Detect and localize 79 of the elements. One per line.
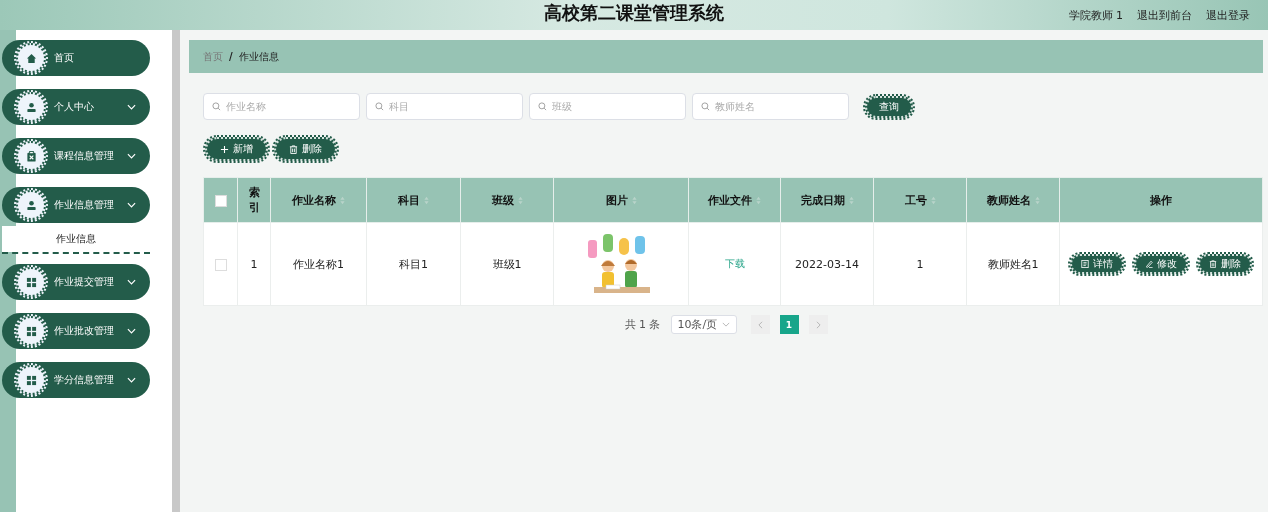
details-button[interactable]: 详情 (1070, 254, 1124, 274)
sort-icon[interactable] (424, 196, 429, 205)
table-cell: 1 (237, 222, 271, 306)
add-button[interactable]: 新增 (205, 137, 268, 161)
total-count: 共 1 条 (624, 317, 661, 332)
menu-item[interactable]: 首页 (2, 40, 150, 76)
column-header[interactable]: 作业名称 (292, 193, 345, 207)
column-header[interactable]: 科目 (398, 193, 429, 207)
chevron-icon (127, 377, 136, 383)
table-cell: 2022-03-14 (780, 222, 874, 306)
chevron-icon (127, 328, 136, 334)
sort-icon[interactable] (1034, 196, 1040, 205)
sort-icon[interactable] (517, 196, 523, 205)
table-cell: 科目1 (366, 222, 461, 306)
trash-icon (289, 144, 298, 154)
table-cell: 1 (873, 222, 967, 306)
menu-item[interactable]: 作业批改管理 (2, 313, 150, 349)
trash-icon (1209, 260, 1217, 268)
user-link[interactable]: 学院教师 1 (1068, 7, 1123, 23)
user-icon (16, 190, 46, 220)
chevron-right-icon (815, 320, 821, 329)
plus-icon (220, 144, 229, 154)
header-link[interactable]: 退出到前台 (1137, 7, 1192, 23)
clipboard-icon (16, 141, 46, 171)
search-field[interactable]: 班级 (529, 93, 686, 120)
pencil-icon (1145, 260, 1153, 268)
breadcrumb-separator: / (229, 51, 233, 62)
table-cell: 班级1 (460, 222, 554, 306)
chevron-icon (127, 104, 136, 110)
grid-icon (16, 267, 46, 297)
search-icon (538, 102, 547, 111)
edit-button[interactable]: 修改 (1134, 254, 1188, 274)
breadcrumb-current: 作业信息 (238, 49, 279, 64)
table-cell: 教师姓名1 (966, 222, 1060, 306)
search-icon (701, 102, 710, 111)
column-header[interactable]: 图片 (605, 193, 637, 207)
search-button[interactable]: 查询 (865, 95, 913, 118)
column-header[interactable]: 班级 (491, 193, 523, 207)
delete-button[interactable]: 删除 (274, 137, 337, 161)
sort-icon[interactable] (756, 196, 761, 205)
sort-icon[interactable] (848, 196, 854, 205)
sort-icon[interactable] (340, 196, 345, 205)
search-field[interactable]: 作业名称 (203, 93, 360, 120)
header-link[interactable]: 退出登录 (1206, 7, 1250, 23)
search-field[interactable]: 教师姓名 (692, 93, 849, 120)
grid-icon (16, 365, 46, 395)
column-header[interactable]: 作业文件 (708, 193, 761, 207)
table-cell: 作业名称1 (270, 222, 367, 306)
sort-icon[interactable] (631, 196, 637, 205)
search-icon (212, 102, 221, 111)
chevron-left-icon (757, 320, 763, 329)
menu-item[interactable]: 学分信息管理 (2, 362, 150, 398)
checkbox[interactable] (214, 194, 227, 207)
column-header: 索引 (247, 184, 261, 216)
checkbox[interactable] (214, 258, 227, 271)
chevron-icon (127, 279, 136, 285)
column-header[interactable]: 教师姓名 (986, 193, 1040, 207)
grid-icon (16, 316, 46, 346)
user-icon (16, 92, 46, 122)
sort-icon[interactable] (930, 196, 936, 205)
next-page-button[interactable] (808, 315, 828, 334)
column-header[interactable]: 完成日期 (800, 193, 854, 207)
menu-item[interactable]: 作业提交管理 (2, 264, 150, 300)
column-header[interactable]: 工号 (904, 193, 936, 207)
search-field[interactable]: 科目 (366, 93, 523, 120)
page-size-select[interactable]: 10条/页 (670, 315, 737, 334)
caret-icon (721, 322, 730, 327)
column-header: 操作 (1150, 193, 1172, 207)
menu-item[interactable]: 个人中心 (2, 89, 150, 125)
menu-item[interactable]: 课程信息管理 (2, 138, 150, 174)
window-title: 高校第二课堂管理系统 (544, 1, 724, 25)
document-icon (1081, 260, 1089, 268)
menu-item[interactable]: 作业信息管理 (2, 187, 150, 223)
chevron-icon (127, 202, 136, 208)
search-icon (375, 102, 384, 111)
delete-button[interactable]: 删除 (1198, 254, 1252, 274)
home-icon (16, 43, 46, 73)
chevron-icon (127, 153, 136, 159)
previous-page-button[interactable] (750, 315, 770, 334)
